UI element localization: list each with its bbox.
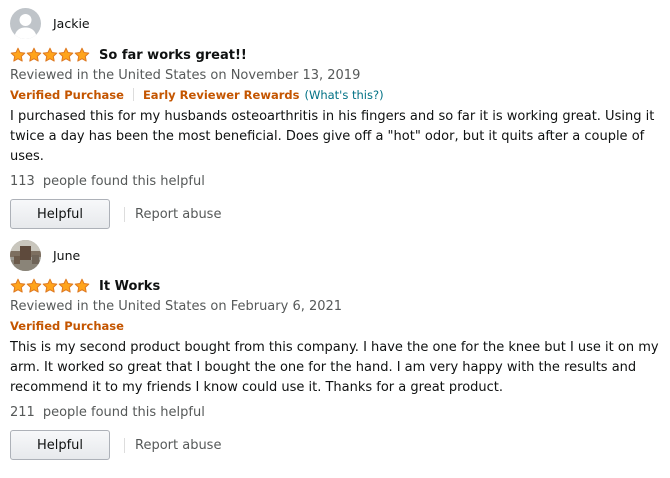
star-icon <box>10 47 26 62</box>
star-icon <box>58 47 74 62</box>
default-avatar-icon[interactable] <box>10 7 41 39</box>
star-rating[interactable] <box>10 47 90 63</box>
helpful-count-text: people found this helpful <box>42 174 205 189</box>
verified-purchase-badge: Verified Purchase <box>10 318 124 333</box>
reviewer-name[interactable]: June <box>53 248 80 263</box>
star-icon <box>42 278 58 293</box>
star-icon <box>26 47 42 62</box>
verified-purchase-badge: Verified Purchase <box>10 87 124 102</box>
star-rating[interactable] <box>10 278 90 294</box>
report-abuse-link[interactable]: Report abuse <box>135 438 221 453</box>
badge-divider <box>132 88 134 101</box>
star-icon <box>74 278 90 293</box>
review-badges: Verified Purchase <box>10 316 665 335</box>
star-icon <box>10 278 26 293</box>
whats-this-link[interactable]: (What's this?) <box>304 88 383 102</box>
star-icon <box>42 47 58 62</box>
action-divider <box>124 437 125 453</box>
review-title[interactable]: So far works great!! <box>99 48 247 63</box>
reviewer-profile[interactable]: Jackie <box>10 6 665 40</box>
review-actions: Helpful Report abuse <box>10 198 665 230</box>
photo-avatar-icon[interactable] <box>10 239 41 271</box>
review-card: Jackie So far works great!! Reviewed in … <box>10 6 665 230</box>
helpful-count-number: 211 <box>10 405 35 420</box>
review-actions: Helpful Report abuse <box>10 429 665 461</box>
review-body: This is my second product bought from th… <box>10 340 659 395</box>
review-badges: Verified Purchase Early Reviewer Rewards… <box>10 85 665 104</box>
helpful-count: 211 people found this helpful <box>10 403 665 423</box>
helpful-count-text: people found this helpful <box>42 405 205 420</box>
reviewer-profile[interactable]: June <box>10 238 665 272</box>
star-icon <box>26 278 42 293</box>
action-divider <box>124 206 125 222</box>
review-card: June It Works Reviewed in the United Sta… <box>10 238 665 461</box>
review-date: Reviewed in the United States on Februar… <box>10 299 343 314</box>
reviewer-name[interactable]: Jackie <box>53 16 90 31</box>
review-body: I purchased this for my husbands osteoar… <box>10 109 655 164</box>
early-reviewer-badge: Early Reviewer Rewards <box>142 87 300 102</box>
star-icon <box>74 47 90 62</box>
helpful-count: 113 people found this helpful <box>10 172 665 192</box>
report-abuse-link[interactable]: Report abuse <box>135 207 221 222</box>
helpful-button[interactable]: Helpful <box>10 199 110 229</box>
helpful-count-number: 113 <box>10 174 35 189</box>
review-title[interactable]: It Works <box>99 279 160 294</box>
star-icon <box>58 278 74 293</box>
helpful-button[interactable]: Helpful <box>10 430 110 460</box>
review-date: Reviewed in the United States on Novembe… <box>10 68 361 83</box>
